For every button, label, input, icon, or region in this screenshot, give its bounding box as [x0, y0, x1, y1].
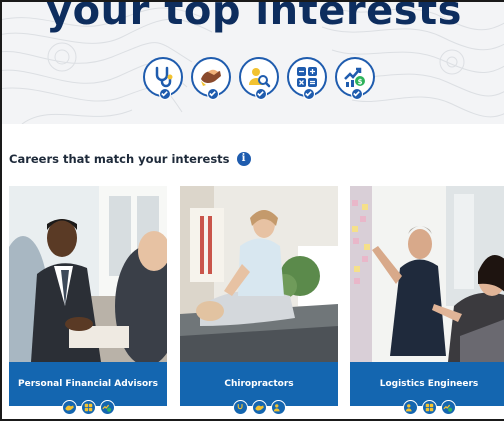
- info-icon[interactable]: i: [236, 152, 251, 166]
- hands-icon: [251, 400, 267, 415]
- check-icon: [255, 88, 267, 100]
- hands-icon: [61, 400, 77, 415]
- calculator-icon: [80, 400, 96, 415]
- check-icon: [207, 88, 219, 100]
- check-icon: [303, 88, 315, 100]
- career-photo: [9, 186, 167, 362]
- career-interest-badges: [350, 400, 504, 415]
- career-card[interactable]: Logistics Engineers: [350, 186, 504, 415]
- career-card[interactable]: Chiropractors: [180, 186, 338, 415]
- stethoscope-icon: [232, 400, 248, 415]
- stethoscope-icon[interactable]: [143, 57, 183, 100]
- person-search-icon: [402, 400, 418, 415]
- check-icon: [351, 88, 363, 100]
- person-search-icon: [270, 400, 286, 415]
- svg-text:$: $: [358, 78, 363, 86]
- hands-icon[interactable]: [191, 57, 231, 100]
- career-interest-badges: [180, 400, 338, 415]
- hero-banner: your top interests $: [2, 2, 504, 124]
- growth-chart-icon: [440, 400, 456, 415]
- career-photo: [180, 186, 338, 362]
- careers-section-heading: Careers that match your interests i: [9, 152, 251, 166]
- page-frame: your top interests $ Careers that match …: [0, 0, 504, 421]
- career-card[interactable]: Personal Financial Advisors: [9, 186, 167, 415]
- hero-title: your top interests: [46, 2, 462, 34]
- calculator-icon[interactable]: [287, 57, 327, 100]
- check-icon: [159, 88, 171, 100]
- person-search-icon[interactable]: [239, 57, 279, 100]
- calculator-icon: [421, 400, 437, 415]
- interest-icon-row: $: [143, 57, 375, 100]
- growth-chart-icon[interactable]: $: [335, 57, 375, 100]
- career-photo: [350, 186, 504, 362]
- section-title: Careers that match your interests: [9, 152, 230, 166]
- career-interest-badges: [9, 400, 167, 415]
- growth-chart-icon: [99, 400, 115, 415]
